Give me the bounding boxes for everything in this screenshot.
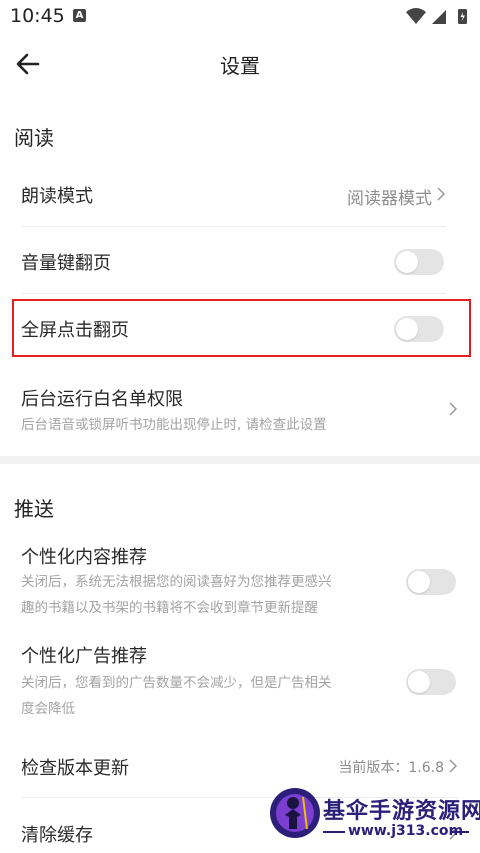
toggle-knob [408, 671, 430, 693]
divider [21, 293, 446, 294]
watermark-url: www.j313.com [348, 823, 464, 839]
read-aloud-mode-row[interactable]: 朗读模式 阅读器模式 [0, 165, 480, 225]
chevron-right-icon [449, 759, 458, 773]
read-aloud-mode-value: 阅读器模式 [347, 189, 432, 209]
background-whitelist-description: 后台语音或锁屏听书功能出现停止时, 请检查此设置 [21, 417, 327, 433]
status-icons [406, 8, 467, 24]
status-time: 10:45 [10, 5, 65, 27]
page-title: 设置 [220, 54, 260, 78]
notification-icon: A [73, 9, 86, 22]
read-aloud-mode-label: 朗读模式 [21, 186, 93, 207]
volume-key-page-turn-label: 音量键翻页 [21, 253, 111, 274]
background-whitelist-row[interactable]: 后台运行白名单权限 后台语音或锁屏听书功能出现停止时, 请检查此设置 [0, 374, 480, 444]
chevron-right-icon [449, 402, 458, 416]
personalized-ads-label: 个性化广告推荐 [21, 646, 147, 667]
personalized-content-description-line1: 关闭后，系统无法根据您的阅读喜好为您推荐更感兴 [21, 574, 332, 590]
toggle-knob [408, 571, 430, 593]
status-bar: 10:45 A [0, 0, 480, 32]
highlight-box [12, 299, 471, 357]
personalized-content-label: 个性化内容推荐 [21, 547, 147, 568]
toolbar: 设置 [0, 32, 480, 96]
watermark-rule-left [323, 831, 345, 833]
clear-cache-label: 清除缓存 [21, 825, 93, 846]
personalized-content-row: 个性化内容推荐 关闭后，系统无法根据您的阅读喜好为您推荐更感兴 趣的书籍以及书架… [0, 535, 480, 630]
section-separator [0, 456, 480, 464]
section-title-reading: 阅读 [14, 126, 54, 150]
watermark-text: 基伞手游资源网 [323, 799, 480, 824]
volume-key-page-turn-toggle[interactable] [394, 249, 444, 275]
personalized-ads-row: 个性化广告推荐 关闭后，您看到的广告数量不会减少，但是广告相关 度会降低 [0, 636, 480, 726]
version-value: 当前版本：1.6.8 [338, 760, 444, 776]
watermark: 基伞手游资源网 www.j313.com [265, 785, 480, 853]
check-update-label: 检查版本更新 [21, 758, 129, 779]
personalized-ads-description-line1: 关闭后，您看到的广告数量不会减少，但是广告相关 [21, 675, 332, 691]
volume-key-page-turn-row: 音量键翻页 [0, 232, 480, 292]
divider [21, 226, 446, 227]
personalized-ads-toggle[interactable] [406, 669, 456, 695]
toggle-knob [396, 251, 418, 273]
background-whitelist-label: 后台运行白名单权限 [21, 389, 183, 410]
personalized-content-description-line2: 趣的书籍以及书架的书籍将不会收到章节更新提醒 [21, 600, 318, 616]
wifi-icon [406, 8, 426, 24]
watermark-rule-right [451, 831, 469, 833]
signal-icon [432, 10, 446, 24]
section-title-push: 推送 [14, 497, 54, 521]
watermark-logo-icon [270, 788, 320, 838]
personalized-content-toggle[interactable] [406, 569, 456, 595]
personalized-ads-description-line2: 度会降低 [21, 701, 75, 717]
chevron-right-icon [437, 187, 446, 201]
